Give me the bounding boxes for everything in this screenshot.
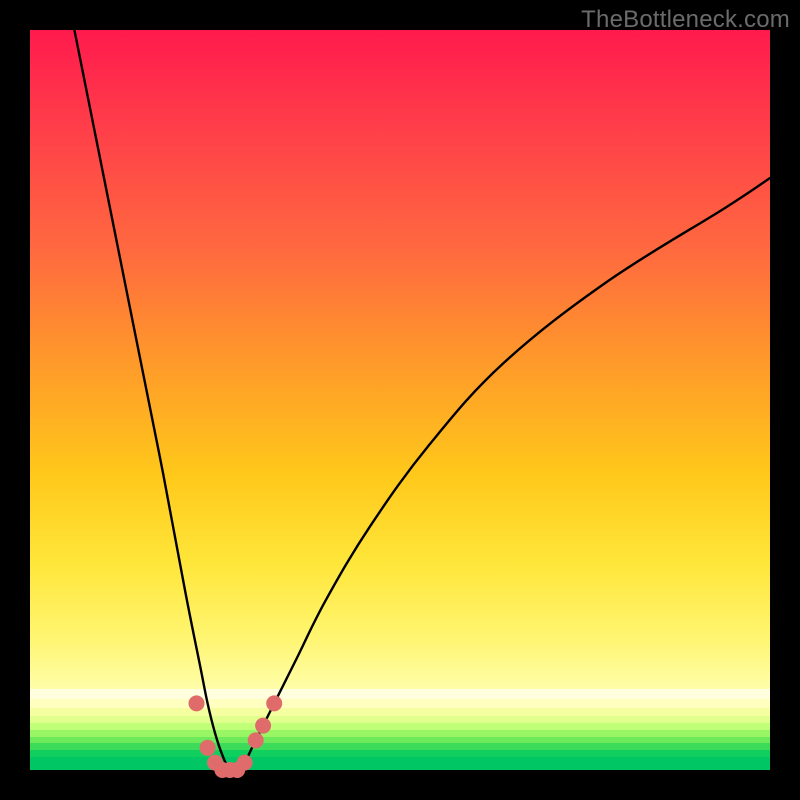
curve-svg <box>30 30 770 770</box>
marker-dot <box>200 740 216 756</box>
marker-dot <box>189 695 205 711</box>
trough-markers <box>189 695 283 778</box>
marker-dot <box>255 718 271 734</box>
bottleneck-curve <box>74 30 770 772</box>
marker-dot <box>237 755 253 771</box>
marker-dot <box>266 695 282 711</box>
chart-frame: TheBottleneck.com <box>0 0 800 800</box>
plot-area <box>30 30 770 770</box>
marker-dot <box>248 732 264 748</box>
